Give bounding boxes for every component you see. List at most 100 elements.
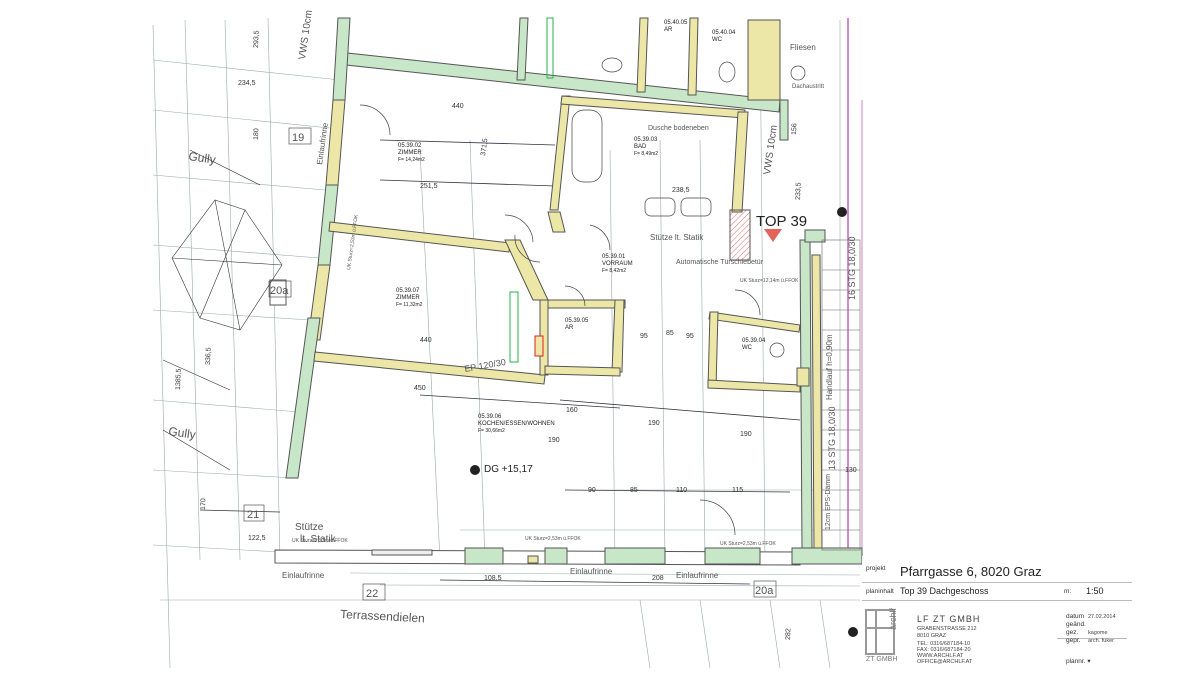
- room-name: KOCHEN/ESSEN/WOHNEN: [478, 421, 555, 427]
- stuetze-label: Stütze: [295, 522, 324, 533]
- room-num: 05.39.04: [742, 338, 766, 344]
- dim-label: 440: [452, 103, 464, 110]
- datum-value: 27.02.2014: [1088, 614, 1116, 620]
- room-num: 05.39.03: [634, 137, 658, 143]
- firm-name: LF ZT GMBH: [917, 614, 981, 624]
- dachaustritt-label: Dachaustritt: [792, 84, 824, 90]
- dim-label: 115: [732, 487, 743, 494]
- dim-label: 156: [791, 123, 798, 135]
- room-num: 05.40.04: [712, 30, 736, 36]
- dim-label: 190: [548, 437, 560, 444]
- room-num: 05.39.06: [478, 414, 502, 420]
- room-num: 05.39.07: [396, 288, 420, 294]
- firm-street: GRABENSTRASSE 212: [917, 626, 977, 632]
- dim-label: 180: [253, 128, 260, 140]
- walls: [269, 17, 863, 566]
- stuetze-statik-label: Stütze lt. Statik: [650, 233, 704, 242]
- dim-label: 85: [630, 487, 638, 494]
- room-area: F= 11,32m2: [396, 302, 423, 308]
- firm-city: 8010 GRAZ: [917, 633, 947, 639]
- dim-label: 1385,5: [175, 368, 183, 390]
- gez-value: kagome: [1088, 630, 1108, 636]
- dim-label: 238,5: [672, 187, 690, 194]
- massstab-value: 1:50: [1086, 586, 1104, 596]
- projekt-label: projekt: [866, 565, 886, 572]
- room-area: F= 14,24m2: [398, 157, 425, 163]
- dim-label: 440: [420, 337, 432, 344]
- top-label: TOP 39: [756, 213, 807, 230]
- tag-21: 21: [247, 509, 259, 521]
- room-num: 05.39.05: [565, 318, 589, 324]
- logo-side-text: archlf: [888, 608, 898, 631]
- gez-label: gez.: [1066, 629, 1079, 636]
- dim-label: 190: [648, 420, 660, 427]
- vws-label: VWS 10cm: [297, 9, 315, 60]
- handlauf-label: Handlauf h=0,90m: [825, 334, 834, 400]
- einlaufrinne-label: Einlaufrinne: [570, 567, 613, 576]
- title-block: projekt Pfarrgasse 6, 8020 Graz planinha…: [862, 556, 1200, 668]
- dim-label: 95: [640, 333, 648, 340]
- dim-label: 371,5: [480, 138, 489, 156]
- dim-label: 190: [740, 431, 752, 438]
- room-name: AR: [664, 27, 673, 33]
- firm-logo: [864, 608, 904, 660]
- room-name: VORRAUM: [602, 261, 633, 267]
- einlaufrinne-label: Einlaufrinne: [676, 571, 719, 580]
- room-area: F= 8,49m2: [634, 151, 658, 157]
- tag-19: 19: [292, 132, 304, 144]
- stg-label: 13 STG 18,0/30: [827, 406, 837, 470]
- dusche-label: Dusche bodeneben: [648, 125, 709, 132]
- dim-label: 233,5: [795, 182, 803, 200]
- tag-20a: 20a: [270, 285, 289, 297]
- logo-bottom-text: ZT GMBH: [866, 656, 898, 663]
- terrassendielen-label: Terrassendielen: [340, 607, 425, 625]
- dim-label: 336,5: [205, 347, 213, 365]
- room-num: 05.40.05: [664, 20, 688, 26]
- dim-label: 251,5: [420, 183, 438, 190]
- dim-label: 160: [566, 407, 578, 414]
- dim-label: 110: [676, 487, 687, 494]
- ukstuerz-label: UK Sturz=2,53m ü.FFOK: [720, 541, 776, 547]
- dim-label: 85: [666, 330, 674, 337]
- einlaufrinne-label: Einlaufrinne: [282, 571, 325, 580]
- gepr-label: gepr.: [1066, 637, 1081, 644]
- dim-label: 293,5: [253, 30, 261, 48]
- room-num: 05.39.01: [602, 254, 626, 260]
- planinhalt-label: planinhalt: [866, 588, 894, 595]
- plannr-label[interactable]: plannr. ▾: [1066, 657, 1091, 665]
- gully-symbols: [162, 149, 283, 471]
- dim-label: 95: [686, 333, 694, 340]
- datum-label: datum: [1066, 613, 1085, 620]
- ukstuerz-label: UK Sturz=2,53m ü.FFOK: [292, 538, 348, 544]
- tag-20a-bottom: 20a: [755, 585, 774, 597]
- dim-label: 234,5: [238, 80, 256, 87]
- room-name: ZIMMER: [398, 150, 422, 156]
- room-name: AR: [565, 325, 574, 331]
- room-area: F= 8,42m2: [602, 268, 626, 274]
- room-name: WC: [712, 37, 723, 43]
- dim-label: 90: [588, 487, 596, 494]
- top-marker-icon: [764, 229, 782, 242]
- dim-label: 282: [785, 628, 792, 640]
- firm-mail: OFFICE@ARCHLF.AT: [917, 659, 973, 665]
- gully-label: Gully: [168, 424, 197, 442]
- eps-label: 12cm EPS-Dämm: [825, 474, 832, 530]
- massstab-label: m:: [1064, 588, 1072, 595]
- dim-label: 130: [845, 467, 857, 474]
- dim-label: 122,5: [248, 535, 266, 542]
- dim-label: 208: [652, 575, 664, 582]
- room-name: BAD: [634, 144, 647, 150]
- dim-label: 170: [200, 498, 207, 510]
- ukstuerz-label: UK Sturz=2,53m ü.FFOK: [346, 214, 360, 271]
- fliesen-label: Fliesen: [790, 43, 816, 52]
- dg-level: DG +15,17: [484, 464, 533, 475]
- ukstuerz-label: UK Sturz=2,53m ü.FFOK: [525, 536, 581, 542]
- room-name: ZIMMER: [396, 295, 420, 301]
- schiebetuer-label: Automatische Türschiebetür: [676, 259, 764, 266]
- room-num: 05.39.02: [398, 143, 422, 149]
- planinhalt-value: Top 39 Dachgeschoss: [900, 586, 989, 596]
- vws-label: VWS 10cm: [762, 124, 780, 175]
- room-name: WC: [742, 345, 753, 351]
- dim-label: 108,5: [484, 575, 502, 582]
- ukstuerz-label: UK Sturz=12,14m ü.FFOK: [740, 278, 799, 284]
